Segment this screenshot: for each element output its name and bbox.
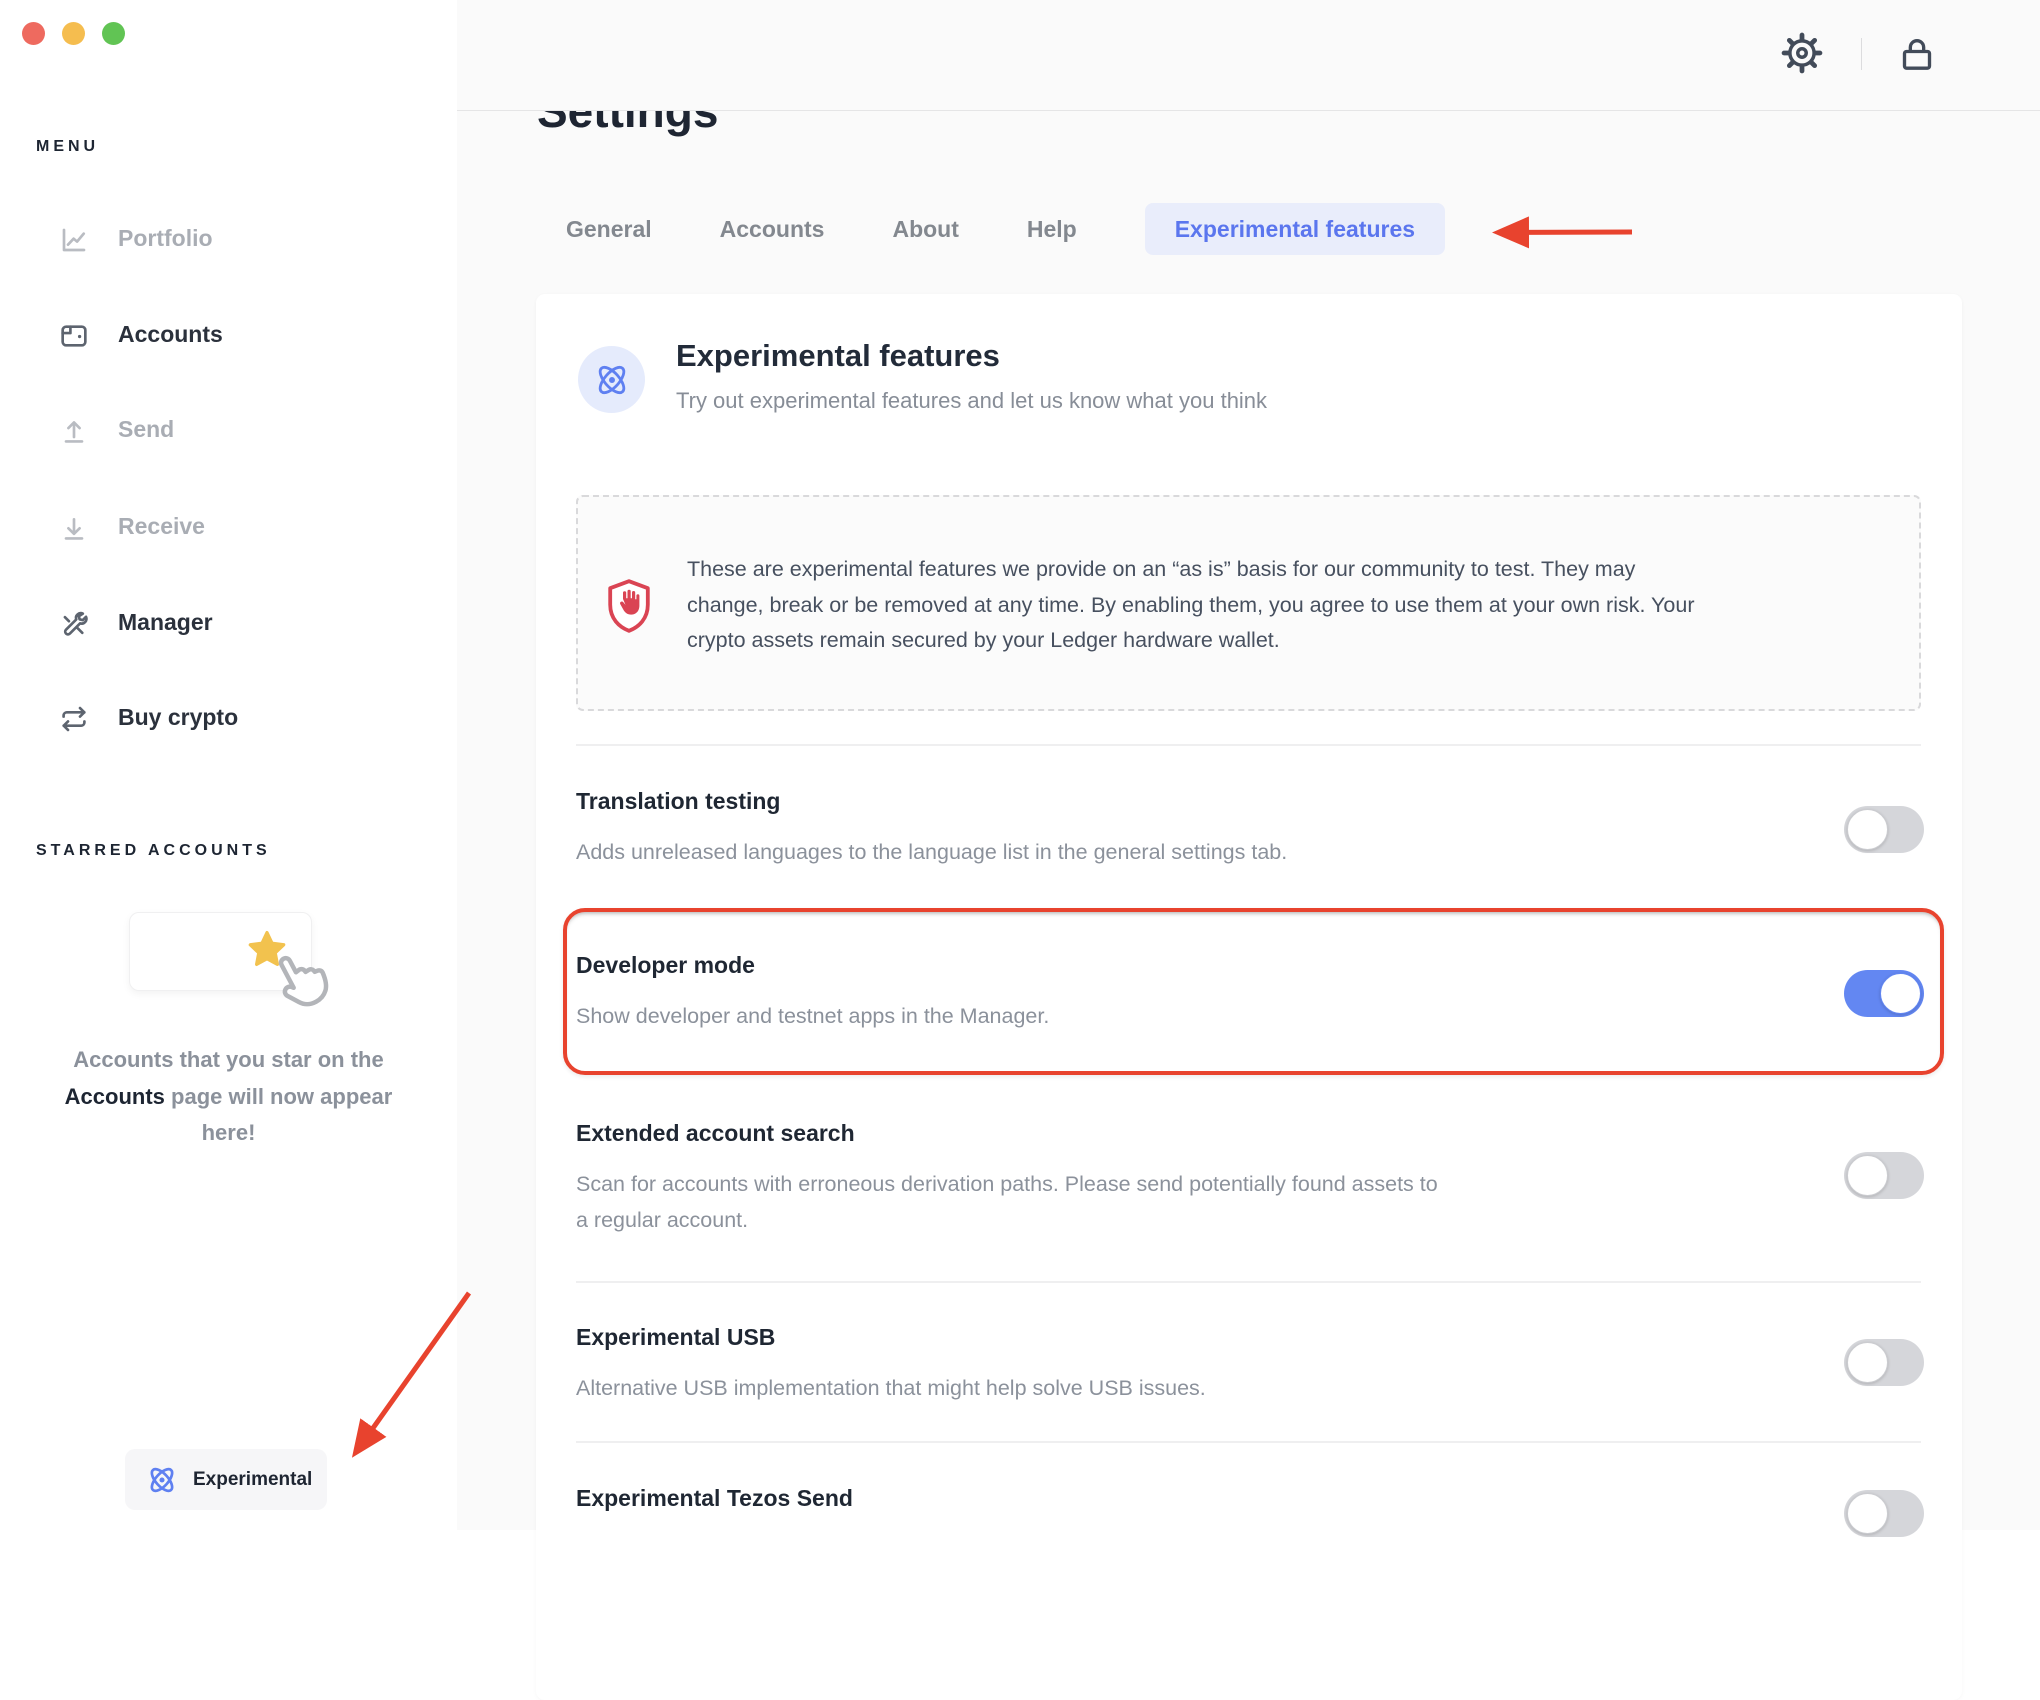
feature-desc-experimental-usb: Alternative USB implementation that migh… [576, 1370, 1206, 1406]
feature-desc-line: Show developer and testnet apps in the M… [576, 998, 1049, 1034]
starred-accounts-caption: Accounts that you star on the Accounts p… [20, 1042, 437, 1152]
sidebar-item-send[interactable]: Send [0, 412, 457, 450]
toggle-translation-testing[interactable] [1844, 806, 1924, 853]
feature-title-translation-testing: Translation testing [576, 788, 780, 815]
experimental-warning-box: These are experimental features we provi… [576, 495, 1921, 711]
tab-accounts[interactable]: Accounts [720, 216, 825, 243]
atom-icon [144, 1462, 180, 1498]
topbar-divider [1861, 38, 1862, 70]
sidebar-item-label: Buy crypto [118, 704, 238, 731]
toggle-knob [1847, 1493, 1888, 1534]
feature-desc-line: Adds unreleased languages to the languag… [576, 834, 1287, 870]
shield-hand-icon [605, 577, 653, 635]
toggle-knob [1847, 1342, 1888, 1383]
sidebar-item-receive[interactable]: Receive [0, 509, 457, 547]
sidebar-item-accounts[interactable]: Accounts [0, 317, 457, 355]
feature-desc-line: a regular account. [576, 1202, 1438, 1238]
atom-icon [591, 359, 633, 401]
tab-help[interactable]: Help [1027, 216, 1077, 243]
toggle-knob [1847, 1155, 1888, 1196]
warning-line2: change, break or be removed at any time.… [687, 588, 1695, 624]
sidebar-item-label: Manager [118, 609, 213, 636]
developer-mode-highlight-annotation [563, 908, 1944, 1075]
buy-crypto-icon [58, 703, 90, 735]
manager-icon [58, 608, 90, 640]
sidebar-item-label: Portfolio [118, 225, 213, 252]
caption-line2-rest: page will now appear [165, 1084, 392, 1109]
experimental-mode-badge[interactable]: Experimental [125, 1449, 327, 1510]
toggle-developer-mode[interactable] [1844, 970, 1924, 1017]
feature-title-extended-account-search: Extended account search [576, 1120, 855, 1147]
feature-desc-translation-testing: Adds unreleased languages to the languag… [576, 834, 1287, 870]
tab-general[interactable]: General [566, 216, 652, 243]
section-icon-circle [578, 346, 645, 413]
close-window-button[interactable] [22, 22, 45, 45]
warning-line1: These are experimental features we provi… [687, 552, 1695, 588]
caption-accounts-bold: Accounts [65, 1084, 165, 1109]
sidebar-item-portfolio[interactable]: Portfolio [0, 221, 457, 259]
sidebar-item-buy-crypto[interactable]: Buy crypto [0, 700, 457, 738]
sidebar-item-label: Send [118, 416, 174, 443]
starred-accounts-label: STARRED ACCOUNTS [36, 842, 271, 860]
toggle-knob [1847, 809, 1888, 850]
row-divider [576, 1441, 1921, 1443]
warning-text: These are experimental features we provi… [687, 552, 1695, 659]
experimental-badge-label: Experimental [193, 1469, 312, 1491]
sidebar-item-manager[interactable]: Manager [0, 605, 457, 643]
row-divider [576, 1281, 1921, 1283]
experimental-features-card: Experimental features Try out experiment… [536, 294, 1962, 1700]
feature-desc-developer-mode: Show developer and testnet apps in the M… [576, 998, 1049, 1034]
main-area: Settings GeneralAccountsAboutHelpExperim… [457, 0, 2040, 1530]
receive-icon [58, 512, 90, 544]
send-icon [58, 415, 90, 447]
sidebar-item-label: Accounts [118, 321, 223, 348]
section-title: Experimental features [676, 338, 1000, 374]
zoom-window-button[interactable] [102, 22, 125, 45]
caption-line3: here! [202, 1120, 256, 1145]
row-divider [576, 744, 1921, 746]
topbar [457, 0, 2040, 111]
warning-line3: crypto assets remain secured by your Led… [687, 623, 1695, 659]
feature-desc-extended-account-search: Scan for accounts with erroneous derivat… [576, 1166, 1438, 1238]
portfolio-icon [58, 224, 90, 256]
section-subtitle: Try out experimental features and let us… [676, 388, 1267, 414]
sidebar: MENU Portfolio Accounts Send Receive Manager… [0, 0, 457, 1530]
menu-section-label: MENU [36, 138, 99, 156]
gear-icon[interactable] [1780, 31, 1824, 75]
feature-desc-line: Scan for accounts with erroneous derivat… [576, 1166, 1438, 1202]
feature-title-experimental-tezos-send: Experimental Tezos Send [576, 1485, 853, 1512]
toggle-extended-account-search[interactable] [1844, 1152, 1924, 1199]
caption-line1: Accounts that you star on the [73, 1047, 383, 1072]
tab-about[interactable]: About [892, 216, 958, 243]
sidebar-item-label: Receive [118, 513, 205, 540]
tab-experimental-features[interactable]: Experimental features [1145, 203, 1445, 255]
feature-desc-line: Alternative USB implementation that migh… [576, 1370, 1206, 1406]
accounts-icon [58, 320, 90, 352]
minimize-window-button[interactable] [62, 22, 85, 45]
toggle-experimental-usb[interactable] [1844, 1339, 1924, 1386]
settings-tabs: General Accounts About Help Experimental fea… [566, 203, 1445, 255]
feature-title-experimental-usb: Experimental USB [576, 1324, 775, 1351]
feature-title-developer-mode: Developer mode [576, 952, 755, 979]
lock-icon[interactable] [1897, 33, 1937, 75]
toggle-knob [1880, 973, 1921, 1014]
